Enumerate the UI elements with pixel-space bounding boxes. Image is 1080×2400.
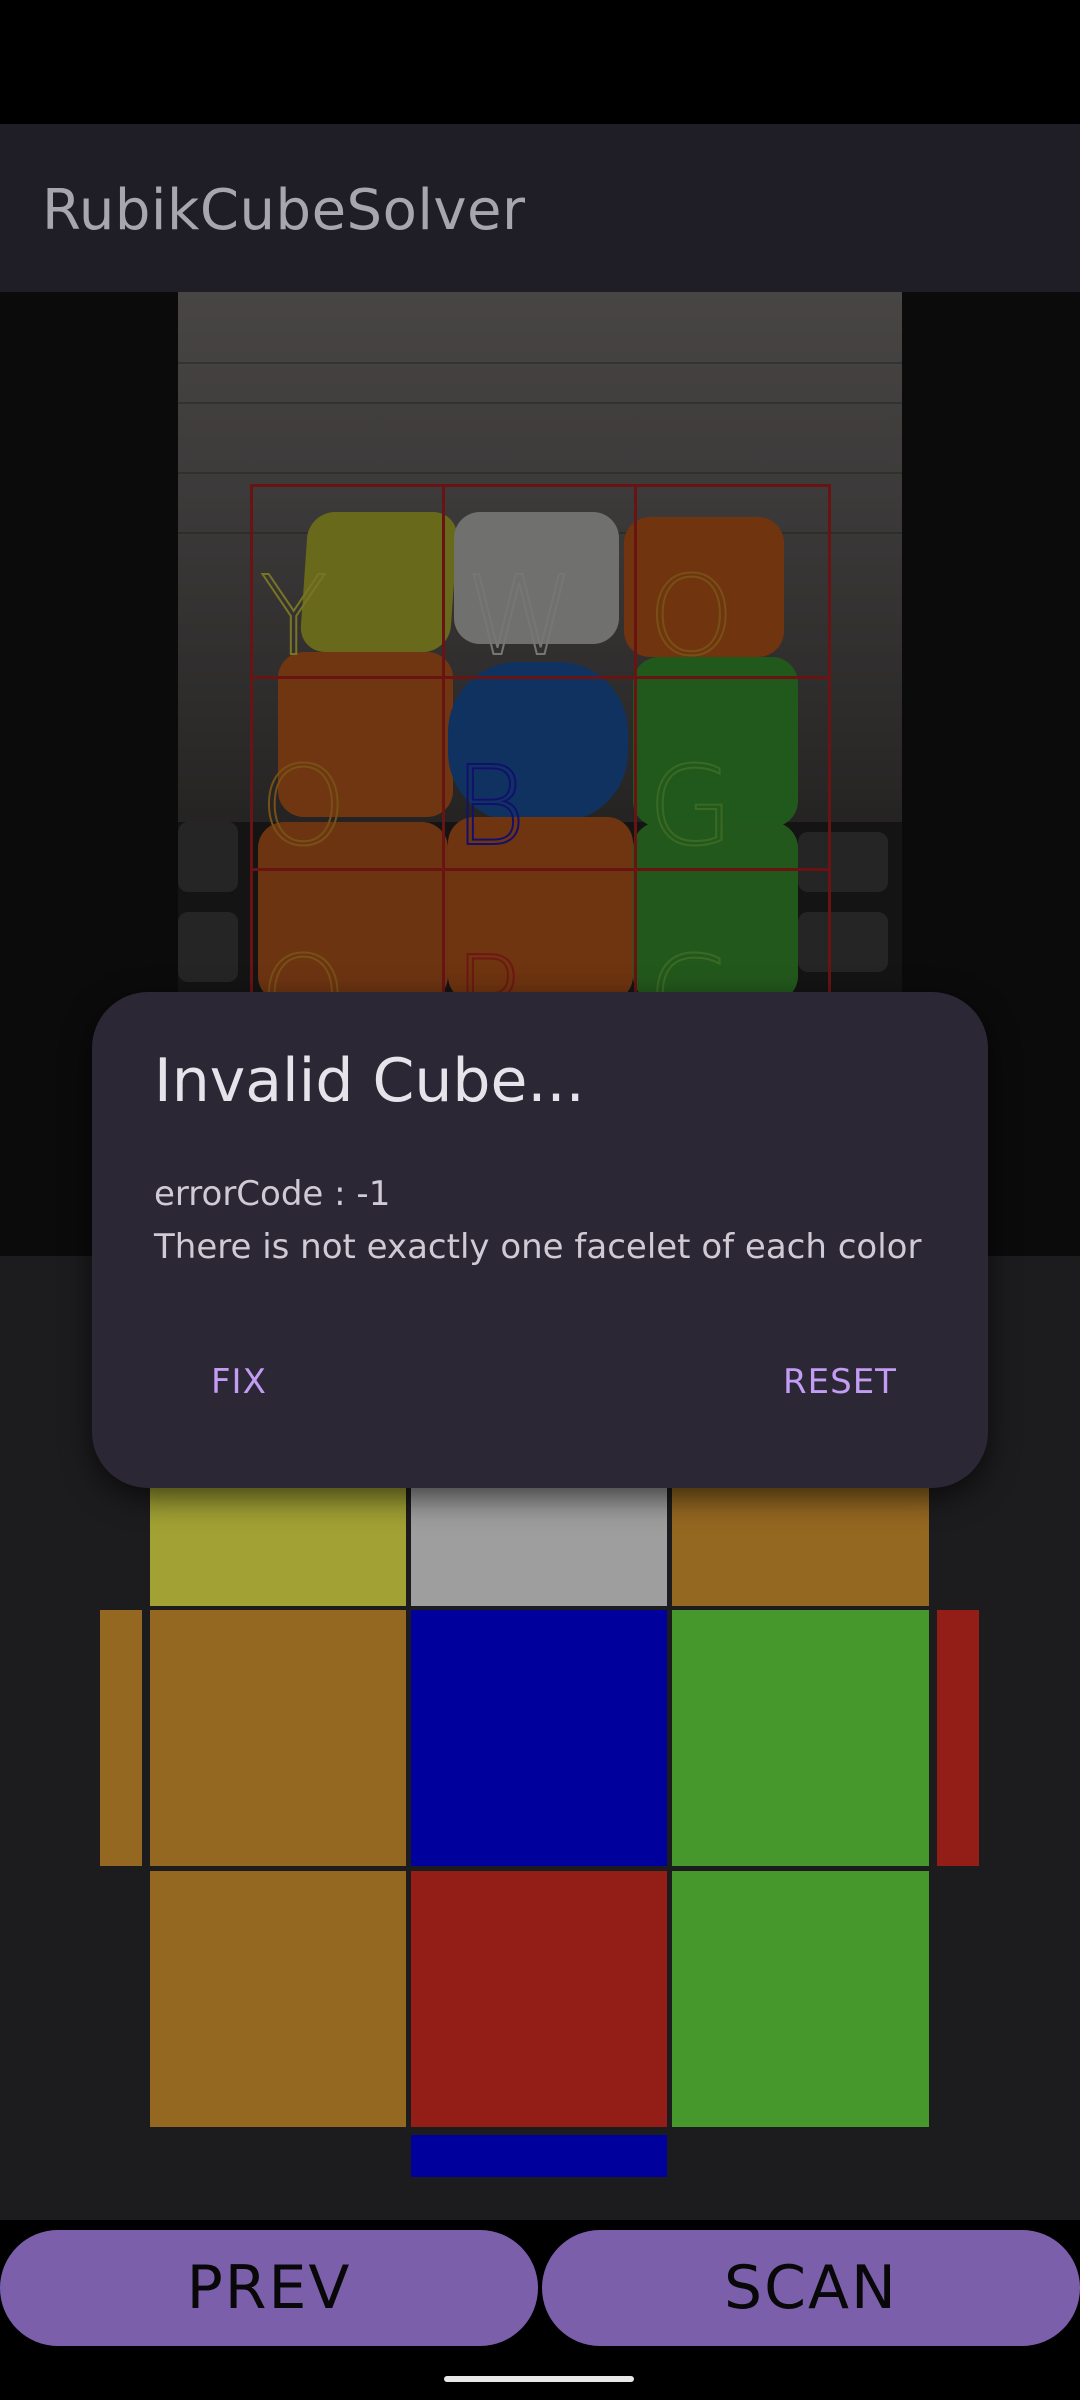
invalid-cube-dialog: Invalid Cube... errorCode : -1 There is … bbox=[92, 992, 988, 1488]
right-edge-facelet bbox=[937, 1610, 979, 1866]
facelet-1-2 bbox=[672, 1610, 929, 1866]
facelet-0-0 bbox=[150, 1488, 406, 1606]
gesture-navigation-handle[interactable] bbox=[444, 2376, 634, 2382]
facelet-0-2 bbox=[672, 1488, 929, 1606]
left-edge-facelet bbox=[100, 1610, 142, 1866]
facelet-1-0 bbox=[150, 1610, 406, 1866]
facelet-0-1 bbox=[411, 1488, 667, 1606]
dialog-title: Invalid Cube... bbox=[154, 1046, 585, 1116]
reset-button[interactable]: RESET bbox=[783, 1362, 897, 1402]
bottom-edge-facelet bbox=[411, 2135, 667, 2177]
error-description-text: There is not exactly one facelet of each… bbox=[154, 1227, 922, 1267]
app-title: RubikCubeSolver bbox=[42, 178, 526, 243]
error-code-text: errorCode : -1 bbox=[154, 1174, 391, 1214]
facelet-2-1 bbox=[411, 1871, 667, 2127]
prev-button[interactable]: PREV bbox=[0, 2230, 538, 2346]
facelet-2-0 bbox=[150, 1871, 406, 2127]
facelet-1-1 bbox=[411, 1610, 667, 1866]
scan-button[interactable]: SCAN bbox=[542, 2230, 1080, 2346]
dialog-message: errorCode : -1 There is not exactly one … bbox=[154, 1168, 921, 1274]
status-bar bbox=[0, 0, 1080, 124]
fix-button[interactable]: FIX bbox=[211, 1362, 267, 1402]
facelet-2-2 bbox=[672, 1871, 929, 2127]
